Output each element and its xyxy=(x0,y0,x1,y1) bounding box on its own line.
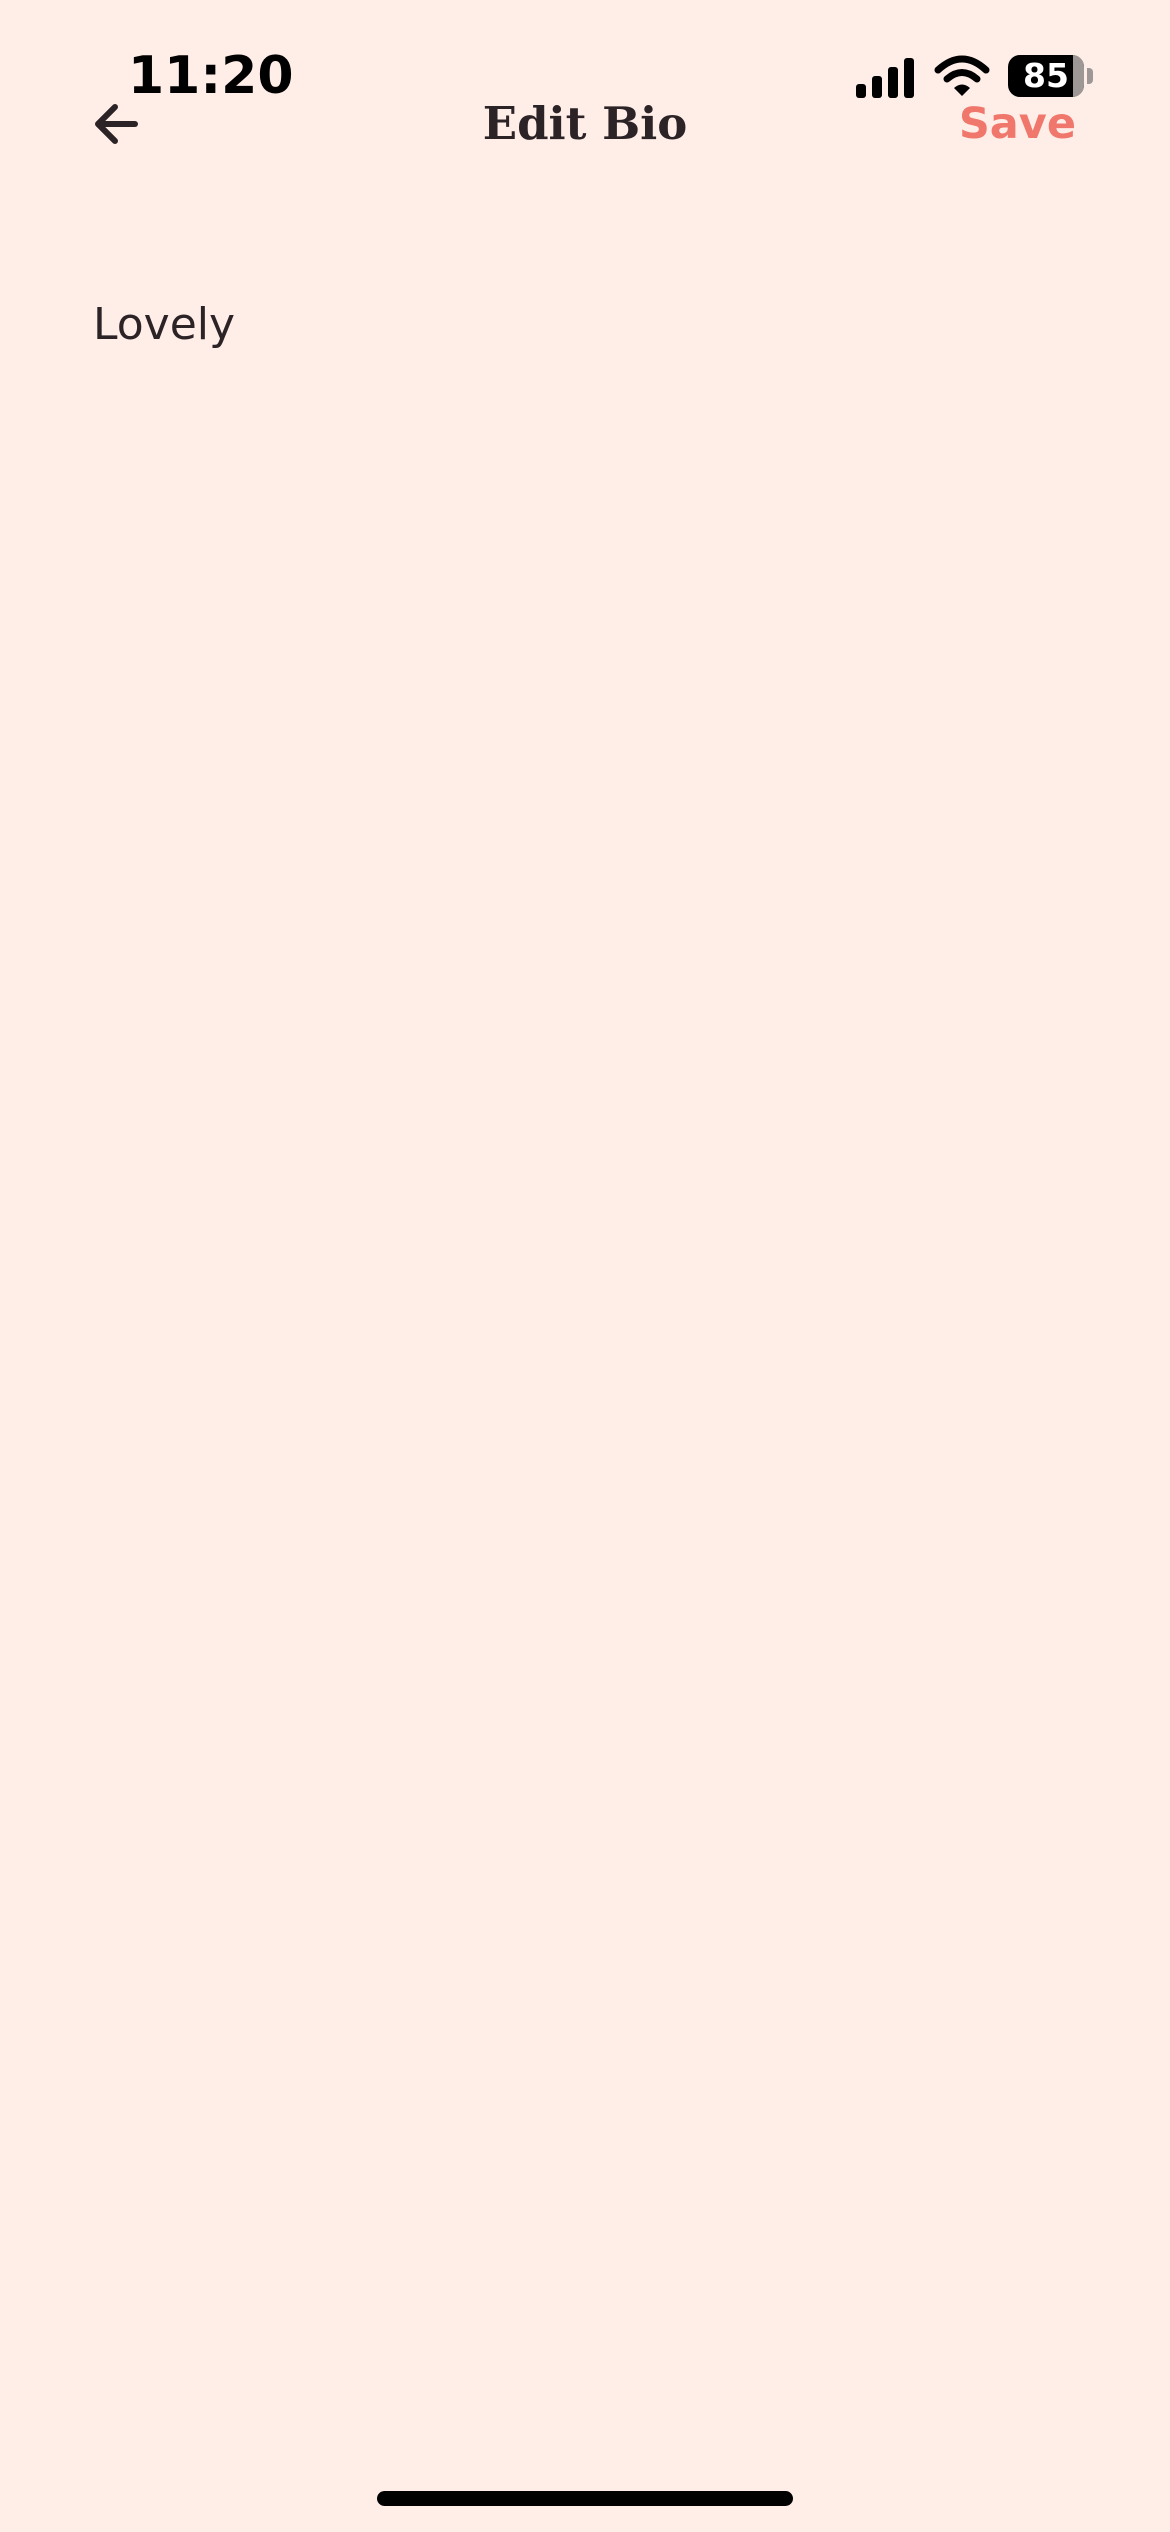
navigation-bar: Edit Bio Save xyxy=(0,92,1170,156)
battery-icon: 85 xyxy=(1008,55,1093,97)
back-button[interactable] xyxy=(84,92,148,156)
arrow-left-icon xyxy=(95,104,138,144)
bio-text-field[interactable]: Lovely xyxy=(93,290,1077,2390)
save-button[interactable]: Save xyxy=(959,92,1076,156)
home-indicator[interactable] xyxy=(377,2491,793,2506)
battery-level: 85 xyxy=(1023,56,1069,95)
